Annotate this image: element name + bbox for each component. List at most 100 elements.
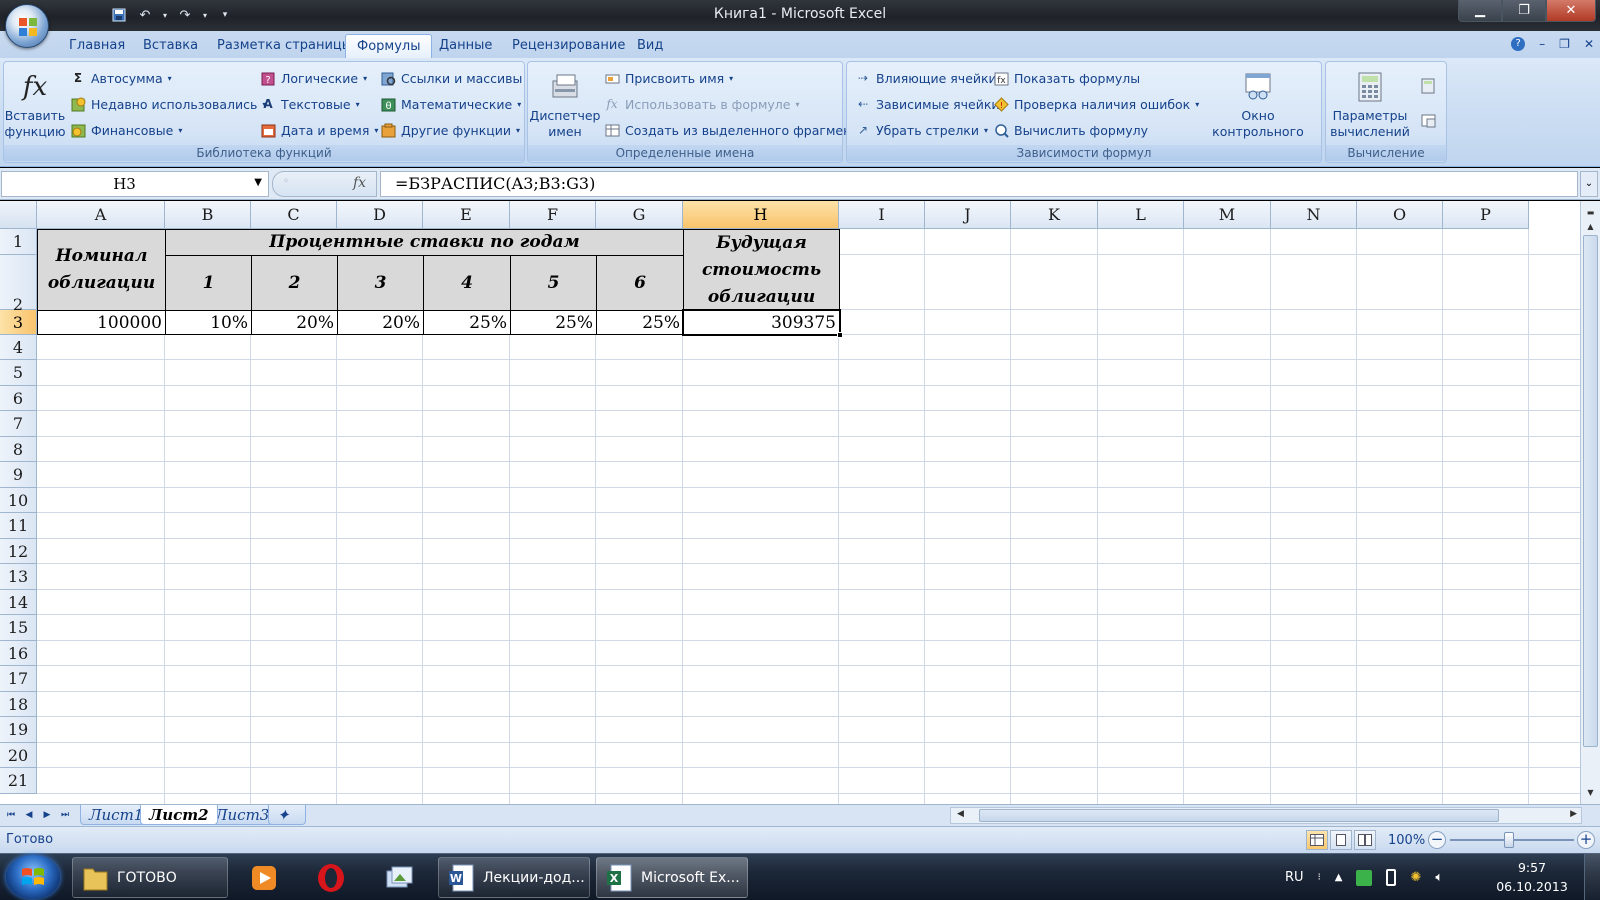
volume-icon[interactable]: 🔈︎ — [1435, 870, 1443, 885]
row-header-21[interactable]: 21 — [0, 768, 37, 794]
cell-h1-future-value-header[interactable]: Будущая стоимость облигации — [683, 229, 840, 311]
row-header-17[interactable]: 17 — [0, 666, 37, 692]
row-header-14[interactable]: 14 — [0, 590, 37, 615]
tab-view[interactable]: Вид — [626, 34, 674, 58]
column-header-l[interactable]: L — [1098, 201, 1184, 229]
taskbar-word-lectures[interactable]: W Лекции-дод... — [438, 857, 590, 898]
row-header-18[interactable]: 18 — [0, 692, 37, 717]
row-header-6[interactable]: 6 — [0, 386, 37, 411]
next-sheet-icon[interactable]: ▶ — [40, 808, 54, 822]
math-button[interactable]: θ Математические ▾ — [380, 94, 521, 114]
zoom-in-icon[interactable]: + — [1577, 831, 1595, 849]
cell-year-5[interactable]: 5 — [510, 255, 597, 311]
undo-icon[interactable]: ↶ — [134, 5, 156, 25]
scroll-left-icon[interactable]: ◀ — [957, 809, 964, 819]
taskbar-media-player[interactable] — [235, 857, 293, 898]
tab-data[interactable]: Данные — [428, 34, 503, 58]
keyboard-settings-icon[interactable]: ⁝ — [1318, 872, 1321, 883]
scroll-down-icon[interactable]: ▼ — [1583, 785, 1598, 801]
workbook-close-icon[interactable]: ✕ — [1584, 37, 1594, 51]
show-hidden-icons-icon[interactable]: ▲ — [1335, 872, 1343, 883]
expand-formula-bar-icon[interactable]: ⌄ — [1580, 171, 1598, 197]
select-all-corner[interactable] — [0, 201, 37, 229]
row-header-11[interactable]: 11 — [0, 513, 37, 539]
row-header-15[interactable]: 15 — [0, 615, 37, 641]
column-header-n[interactable]: N — [1271, 201, 1357, 229]
tab-page-layout[interactable]: Разметка страницы — [206, 34, 363, 58]
column-header-h[interactable]: H — [683, 201, 839, 229]
row-header-7[interactable]: 7 — [0, 411, 37, 437]
prev-sheet-icon[interactable]: ◀ — [22, 808, 36, 822]
cell-b3-rate[interactable]: 10% — [165, 310, 252, 335]
cell-d3-rate[interactable]: 20% — [337, 310, 424, 335]
error-checking-button[interactable]: ! Проверка наличия ошибок ▾ — [993, 94, 1199, 114]
cell-year-3[interactable]: 3 — [337, 255, 424, 311]
phone-icon[interactable] — [1386, 869, 1397, 886]
cell-g3-rate[interactable]: 25% — [596, 310, 684, 335]
language-indicator[interactable]: RU — [1285, 870, 1304, 885]
cell-c3-rate[interactable]: 20% — [251, 310, 338, 335]
cell-h3-future-value[interactable]: 309375 — [683, 310, 840, 335]
row-header-9[interactable]: 9 — [0, 462, 37, 488]
recent-functions-button[interactable]: Недавно использовались ▾ — [70, 94, 266, 114]
column-header-g[interactable]: G — [596, 201, 683, 229]
restore-button[interactable]: ❐ — [1502, 0, 1546, 22]
cell-e3-rate[interactable]: 25% — [423, 310, 511, 335]
lookup-button[interactable]: Ссылки и массивы▾ — [380, 68, 531, 88]
undo-dropdown-icon[interactable]: ▾ — [160, 5, 170, 25]
cell-year-2[interactable]: 2 — [251, 255, 338, 311]
normal-view-icon[interactable] — [1306, 830, 1328, 850]
clock[interactable]: 9:57 06.10.2013 — [1496, 858, 1568, 896]
trace-dependents-button[interactable]: ⇠ Зависимые ячейки — [855, 94, 1000, 114]
column-header-f[interactable]: F — [510, 201, 596, 229]
column-header-m[interactable]: M — [1184, 201, 1271, 229]
row-header-20[interactable]: 20 — [0, 743, 37, 768]
cell-year-4[interactable]: 4 — [423, 255, 511, 311]
network-icon[interactable]: ✺ — [1410, 870, 1421, 885]
horizontal-scrollbar[interactable]: ◀ ▶ — [950, 807, 1582, 824]
close-button[interactable]: ✕ — [1546, 0, 1596, 22]
show-formulas-button[interactable]: fx Показать формулы — [993, 68, 1140, 88]
start-button[interactable] — [6, 855, 60, 899]
trace-precedents-button[interactable]: ⇢ Влияющие ячейки — [855, 68, 997, 88]
row-header-13[interactable]: 13 — [0, 564, 37, 590]
customize-qat-icon[interactable]: ▾ — [214, 5, 236, 25]
last-sheet-icon[interactable]: ⏭ — [58, 808, 72, 822]
tab-formulas[interactable]: Формулы — [345, 34, 433, 58]
page-break-view-icon[interactable] — [1354, 830, 1376, 850]
office-button[interactable] — [5, 4, 49, 48]
taskbar-opera[interactable] — [302, 857, 360, 898]
worksheet-grid[interactable]: ABCDEFGHIJKLMNOP 1 2 3 4 5 6 7 8 9 10 11 12 13 14 15 16… — [0, 201, 1580, 804]
vertical-scroll-thumb[interactable] — [1583, 235, 1598, 747]
tab-home[interactable]: Главная — [58, 34, 136, 58]
cell-b1-rates-header[interactable]: Процентные ставки по годам — [165, 229, 684, 256]
column-header-b[interactable]: B — [165, 201, 251, 229]
zoom-slider-thumb[interactable] — [1504, 832, 1514, 848]
row-header-16[interactable]: 16 — [0, 641, 37, 666]
row-header-10[interactable]: 10 — [0, 488, 37, 513]
row-header-1[interactable]: 1 — [0, 229, 37, 255]
row-header-19[interactable]: 19 — [0, 717, 37, 743]
insert-function-button[interactable]: fx Вставить функцию — [5, 70, 66, 140]
logical-button[interactable]: ? Логические ▾ — [260, 68, 367, 88]
sheet-tab-2[interactable]: Лист2 — [140, 805, 218, 825]
scroll-right-icon[interactable]: ▶ — [1570, 809, 1577, 819]
calculate-now-button[interactable] — [1420, 76, 1436, 96]
remove-arrows-button[interactable]: ↗ Убрать стрелки ▾ — [855, 120, 988, 140]
name-manager-button[interactable]: Диспетчер имен — [530, 70, 600, 140]
row-header-8[interactable]: 8 — [0, 437, 37, 462]
row-header-3[interactable]: 3 — [0, 310, 37, 335]
workbook-restore-icon[interactable]: ❐ — [1559, 37, 1570, 51]
cell-a1-nominal-header[interactable]: Номинал облигации — [37, 229, 166, 311]
column-header-p[interactable]: P — [1443, 201, 1529, 229]
name-box[interactable]: H3 ▼ — [1, 171, 269, 197]
create-from-selection-button[interactable]: Создать из выделенного фрагмента — [604, 120, 866, 140]
help-icon[interactable]: ? — [1511, 37, 1526, 51]
evaluate-formula-button[interactable]: Вычислить формулу — [993, 120, 1148, 140]
column-header-j[interactable]: J — [925, 201, 1011, 229]
formula-input[interactable]: =БЗРАСПИС(A3;B3:G3) — [380, 171, 1578, 197]
fill-handle[interactable] — [837, 332, 843, 338]
redo-dropdown-icon[interactable]: ▾ — [200, 5, 210, 25]
taskbar-explorer-gotovo[interactable]: ГОТОВО — [72, 857, 228, 898]
name-box-dropdown-icon[interactable]: ▼ — [254, 177, 262, 188]
